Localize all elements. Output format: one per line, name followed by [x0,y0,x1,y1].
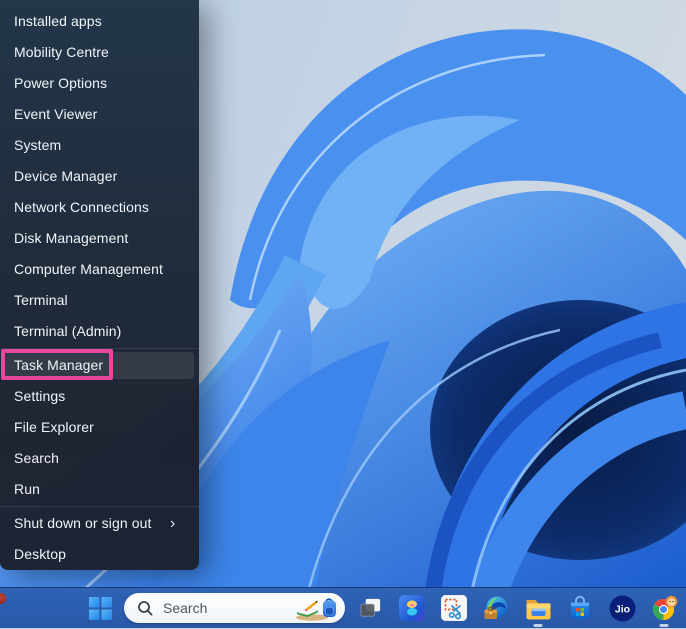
task-view-icon [358,596,383,621]
start-button[interactable] [78,588,122,629]
taskbar-center-group: Search [78,588,685,629]
menu-item-label: Shut down or sign out [0,515,152,531]
menu-item-label: Installed apps [0,13,102,29]
jio-app-button[interactable]: Jio [601,588,643,629]
taskbar: Search [0,587,686,628]
menu-item-search[interactable]: Search [0,443,199,474]
menu-item-file-explorer[interactable]: File Explorer [0,412,199,443]
menu-item-label: File Explorer [0,419,94,435]
menu-item-device-manager[interactable]: Device Manager [0,161,199,192]
menu-item-mobility-centre[interactable]: Mobility Centre [0,37,199,68]
menu-item-installed-apps[interactable]: Installed apps [0,6,199,37]
snipping-tool-icon [441,595,467,621]
menu-item-shut-down-or-sign-out[interactable]: Shut down or sign out › [0,508,199,539]
menu-separator [0,506,199,507]
menu-item-label: Terminal [0,292,68,308]
menu-item-label: Device Manager [0,168,117,184]
menu-item-label: System [0,137,61,153]
menu-item-task-manager[interactable]: Task Manager [0,350,199,381]
menu-item-label: Settings [0,388,65,404]
menu-item-label: Mobility Centre [0,44,109,60]
winx-power-user-menu: Installed apps Mobility Centre Power Opt… [0,0,199,570]
menu-item-event-viewer[interactable]: Event Viewer [0,99,199,130]
jio-icon: Jio [609,595,636,622]
menu-item-label: Power Options [0,75,107,91]
chrome-profile-avatar-badge [665,595,677,607]
menu-item-power-options[interactable]: Power Options [0,68,199,99]
running-app-indicator [660,624,669,627]
file-explorer-icon [525,596,552,621]
running-app-indicator [534,624,543,627]
menu-item-computer-management[interactable]: Computer Management [0,254,199,285]
menu-item-label: Search [0,450,59,466]
search-highlights-icon[interactable] [294,595,340,621]
jio-label: Jio [614,603,629,615]
menu-item-label: Task Manager [0,357,103,373]
microsoft-store-icon [567,595,593,621]
edge-work-profile-button[interactable] [475,588,517,629]
menu-separator [0,348,199,349]
menu-item-desktop[interactable]: Desktop [0,539,199,570]
menu-item-settings[interactable]: Settings [0,381,199,412]
copilot-button[interactable] [391,588,433,629]
menu-item-run[interactable]: Run [0,474,199,505]
menu-item-disk-management[interactable]: Disk Management [0,223,199,254]
menu-item-label: Disk Management [0,230,128,246]
menu-item-label: Run [0,481,40,497]
menu-item-label: Event Viewer [0,106,97,122]
menu-item-label: Network Connections [0,199,149,215]
menu-item-terminal[interactable]: Terminal [0,285,199,316]
chrome-button[interactable] [643,588,685,629]
edge-icon [483,595,510,622]
menu-item-system[interactable]: System [0,130,199,161]
copilot-icon [399,595,425,621]
menu-item-network-connections[interactable]: Network Connections [0,192,199,223]
snipping-tool-button[interactable] [433,588,475,629]
search-placeholder-text: Search [163,600,294,616]
menu-item-label: Terminal (Admin) [0,323,121,339]
search-box[interactable]: Search [124,593,345,623]
chrome-icon [651,595,678,622]
menu-item-terminal-admin[interactable]: Terminal (Admin) [0,316,199,347]
task-view-button[interactable] [349,588,391,629]
partial-icon-left-edge [0,593,6,604]
submenu-chevron-icon: › [170,508,175,539]
menu-item-label: Computer Management [0,261,163,277]
microsoft-store-button[interactable] [559,588,601,629]
windows-logo-icon [89,597,112,620]
menu-item-label: Desktop [0,546,66,562]
search-icon [137,600,154,617]
file-explorer-button[interactable] [517,588,559,629]
